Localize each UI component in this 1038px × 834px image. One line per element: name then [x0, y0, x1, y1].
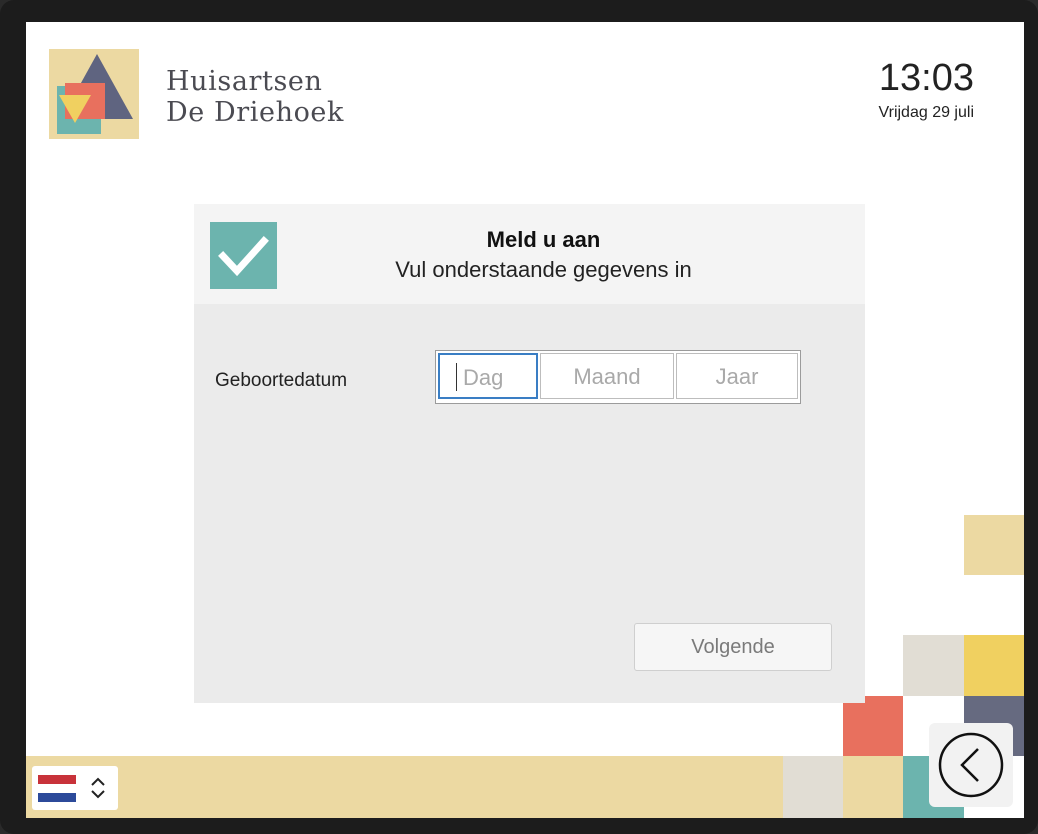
- card-title: Meld u aan: [486, 227, 601, 252]
- practice-name: Huisartsen De Driehoek: [166, 66, 344, 128]
- language-selector[interactable]: [32, 766, 118, 810]
- text-caret: [456, 363, 457, 392]
- back-button[interactable]: [929, 723, 1013, 807]
- month-input[interactable]: Maand: [540, 353, 674, 399]
- clock-time: 13:03: [878, 57, 974, 99]
- day-input[interactable]: Dag: [438, 353, 538, 399]
- day-placeholder: Dag: [463, 365, 504, 390]
- clock-date: Vrijdag 29 juli: [878, 104, 974, 121]
- driehoek-logo: [49, 49, 139, 139]
- decor-square: [964, 635, 1024, 696]
- dob-input-group: Dag Maand Jaar: [435, 350, 801, 404]
- card-title-block: Meld u aan Vul onderstaande gegevens in: [194, 227, 865, 283]
- chevron-updown-icon: [91, 777, 105, 799]
- footer-band: [26, 756, 786, 818]
- next-button[interactable]: Volgende: [634, 623, 832, 671]
- card-subtitle: Vul onderstaande gegevens in: [395, 257, 692, 282]
- clock: 13:03 Vrijdag 29 juli: [879, 56, 974, 122]
- decor-square: [843, 696, 903, 756]
- dob-label: Geboortedatum: [215, 370, 348, 391]
- decor-square: [783, 756, 843, 818]
- kiosk-frame: Huisartsen De Driehoek 13:03 Vrijdag 29 …: [0, 0, 1038, 834]
- card-header: Meld u aan Vul onderstaande gegevens in: [194, 204, 865, 304]
- back-arrow-icon: [938, 732, 1004, 798]
- decor-square: [843, 756, 903, 818]
- year-placeholder: Jaar: [715, 364, 759, 389]
- practice-name-line2: De Driehoek: [166, 97, 344, 128]
- decor-square: [964, 515, 1024, 575]
- decor-square: [903, 635, 964, 696]
- checkin-card: Meld u aan Vul onderstaande gegevens in …: [194, 204, 865, 703]
- practice-name-line1: Huisartsen: [166, 66, 323, 97]
- kiosk-screen: Huisartsen De Driehoek 13:03 Vrijdag 29 …: [26, 22, 1024, 818]
- netherlands-flag-icon: [38, 775, 76, 802]
- year-input[interactable]: Jaar: [676, 353, 798, 399]
- month-placeholder: Maand: [573, 364, 641, 389]
